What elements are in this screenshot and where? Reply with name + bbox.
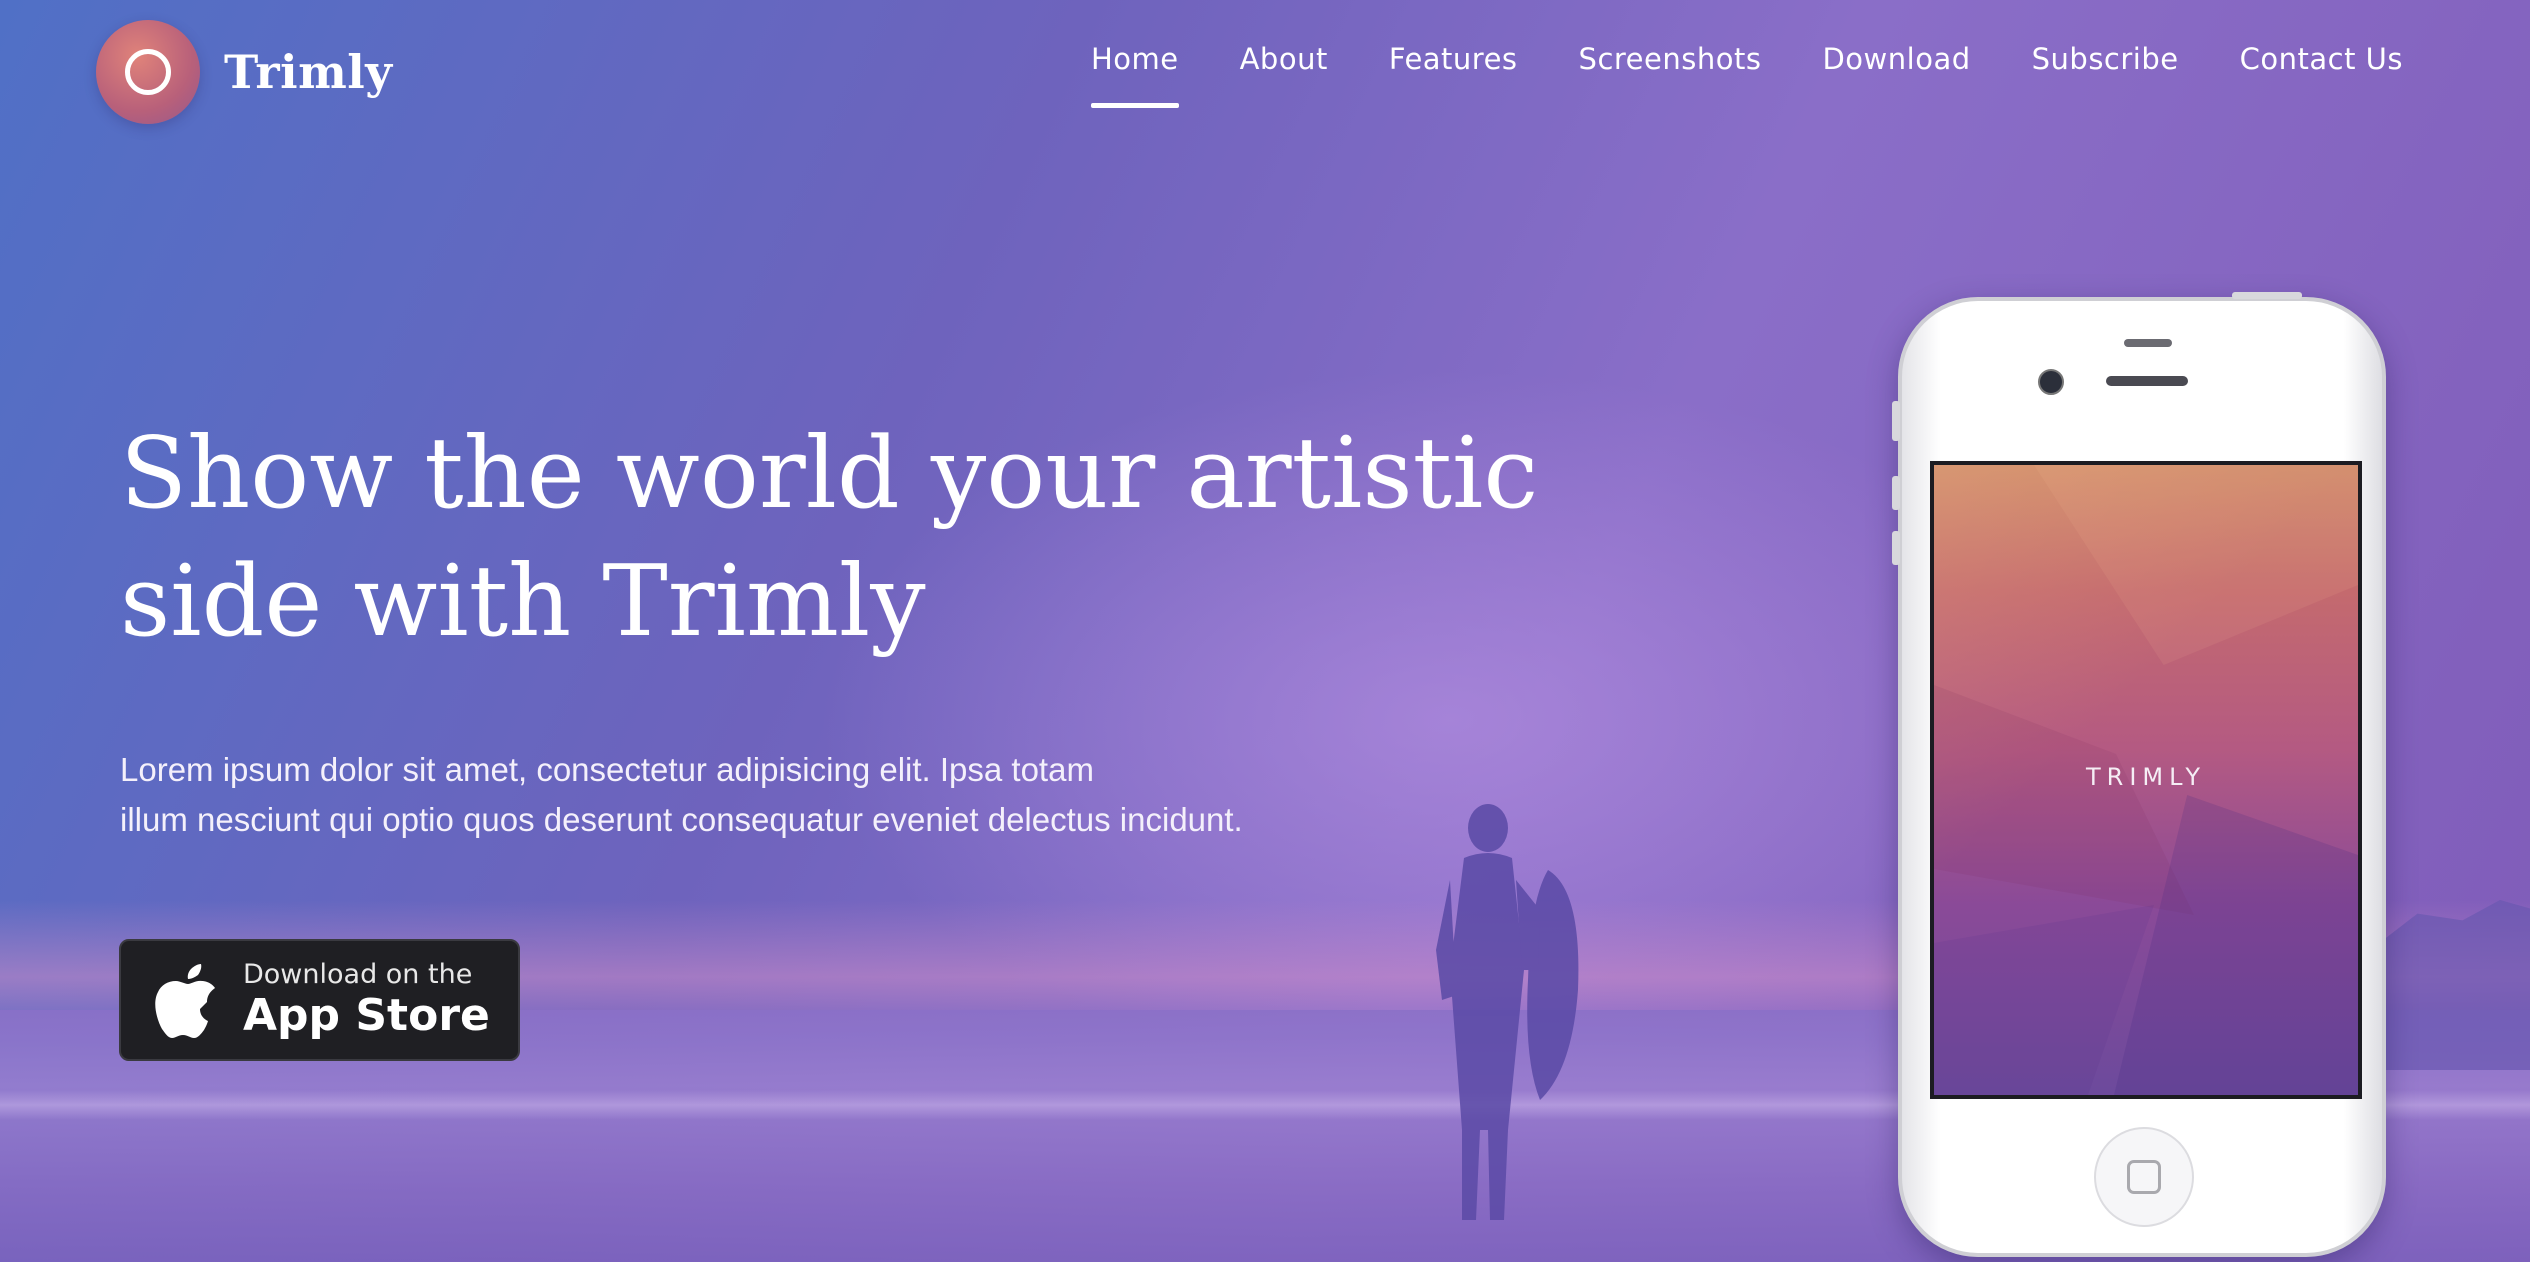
app-store-small-text: Download on the bbox=[243, 959, 473, 990]
brand-logo[interactable]: Trimly bbox=[96, 20, 392, 124]
nav-features[interactable]: Features bbox=[1389, 42, 1518, 76]
nav-about[interactable]: About bbox=[1240, 42, 1328, 76]
app-store-big-text: App Store bbox=[243, 990, 490, 1041]
phone-screen: TRIMLY bbox=[1930, 461, 2362, 1099]
nav-download[interactable]: Download bbox=[1822, 42, 1970, 76]
nav-screenshots[interactable]: Screenshots bbox=[1579, 42, 1762, 76]
subtext-line-1: Lorem ipsum dolor sit amet, consectetur … bbox=[120, 751, 1094, 788]
screen-app-name: TRIMLY bbox=[2086, 763, 2206, 791]
phone-mockup: TRIMLY bbox=[1892, 292, 2386, 1257]
main-nav: Home About Features Screenshots Download… bbox=[1030, 42, 2403, 108]
subtext-line-2: illum nesciunt qui optio quos deserunt c… bbox=[120, 801, 1243, 838]
distant-headland bbox=[2380, 900, 2530, 1070]
headline-line-1: Show the world your artistic bbox=[120, 417, 1539, 531]
home-button bbox=[2094, 1127, 2194, 1227]
nav-contact-us[interactable]: Contact Us bbox=[2240, 42, 2403, 76]
headline-line-2: side with Trimly bbox=[120, 545, 926, 659]
brand-name: Trimly bbox=[224, 45, 393, 99]
phone-sensor bbox=[2124, 339, 2172, 347]
app-store-label: Download on the App Store bbox=[243, 959, 490, 1041]
home-square-icon bbox=[2127, 1160, 2161, 1194]
speaker-grille bbox=[2106, 376, 2188, 386]
surfer-silhouette bbox=[1436, 804, 1579, 1220]
logo-circle-icon bbox=[96, 20, 200, 124]
nav-subscribe[interactable]: Subscribe bbox=[2032, 42, 2179, 76]
camera-icon bbox=[2038, 369, 2064, 395]
hero-headline: Show the world your artistic side with T… bbox=[120, 410, 1620, 666]
app-store-button[interactable]: Download on the App Store bbox=[119, 939, 520, 1061]
hero-subtext: Lorem ipsum dolor sit amet, consectetur … bbox=[120, 745, 1400, 845]
nav-home[interactable]: Home bbox=[1090, 42, 1179, 108]
apple-icon bbox=[155, 964, 215, 1038]
